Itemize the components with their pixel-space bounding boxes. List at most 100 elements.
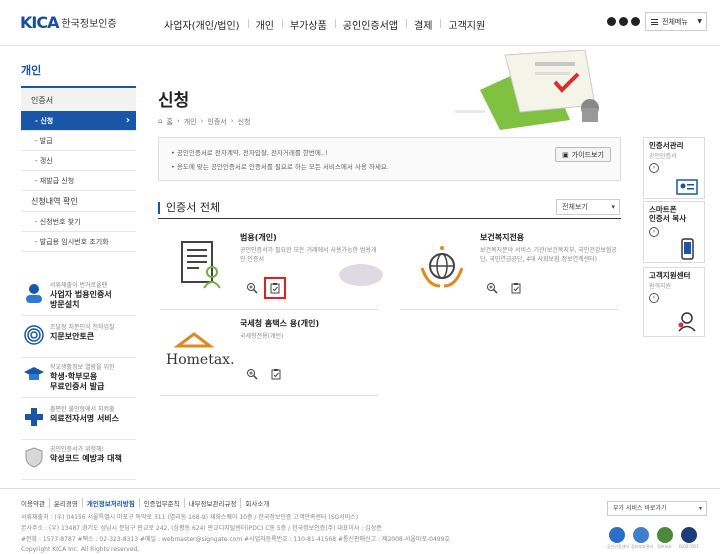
apply-clipboard-icon[interactable] [268,366,284,382]
section-divider [158,218,621,219]
filter-select[interactable]: 전체보기 [556,199,620,215]
zoom-icon[interactable] [244,280,260,296]
breadcrumb-home[interactable]: 홈 [166,117,172,127]
side-nav-reset-temp[interactable]: - 발급용 임시번호 조기화 [21,232,136,252]
family-site-select[interactable]: 부가 서비스 바로가기 [607,501,707,516]
zoom-icon[interactable] [244,366,260,382]
kakao-icon[interactable] [631,17,640,26]
apply-clipboard-icon[interactable] [508,280,524,296]
badge-label: 공인인증센터 [607,544,630,549]
footer-link-cps[interactable]: 인증업무준칙 [138,498,184,508]
medical-cross-icon [25,408,43,426]
breadcrumb-cert[interactable]: 인증서 [207,117,226,127]
footer-contact: #전화 : 1577-8787 #팩스 : 02-323-8313 #메일 : … [21,536,450,543]
badge-2: 정보보호관리 [631,527,654,550]
nav-addon[interactable]: 부가상품 [281,17,335,32]
side-nav-reissue[interactable]: - 재발급 신청 [21,171,136,191]
nav-personal[interactable]: 개인 [247,17,282,32]
zoom-icon[interactable] [484,280,500,296]
site-logo[interactable]: KICA 한국정보인증 [20,13,117,32]
side-nav-issue[interactable]: - 발급 [21,131,136,151]
all-menu-label: 전체메뉴 [662,17,688,26]
side-nav: 인증서 - 신청 - 발급 - 갱신 - 재발급 신청 신청내역 확인 - 신청… [21,86,136,252]
person-icon [26,284,42,303]
hamburger-icon [651,18,658,25]
breadcrumb-sep: › [200,117,204,125]
side-nav-find-number[interactable]: - 신청번호 찾기 [21,212,136,232]
quick-support-center[interactable]: 고객지원센터 원격지원 › [643,267,705,337]
breadcrumb-sep: › [230,117,234,125]
promo-caption: 공인인증서가 위험해! [50,446,104,453]
home-icon[interactable]: ⌂ [158,117,162,127]
promo-title-2: 무료인증서 발급 [50,382,105,391]
promo-student-cert[interactable]: 학교생활정보 열람을 위한 학생·학부모용 무료인증서 발급 [21,358,136,398]
guide-button[interactable]: ▣ 가이드보기 [555,147,611,162]
breadcrumb-sep: › [176,117,180,125]
footer-copyright: Copyright KICA Inc. All Rights reserved. [21,546,140,553]
nav-business[interactable]: 사업자(개인/법인) [156,17,248,32]
badge-label: 정보보호 [657,544,672,549]
breadcrumb-personal[interactable]: 개인 [184,117,197,127]
section-title: 인증서 전체 [158,202,220,214]
globe-hands-icon [420,246,464,288]
footer-link-internal[interactable]: 내부정보관리규정 [183,498,241,508]
quick-title: 인증서관리 [649,141,684,150]
cert-card-general: 범용(개인) 공인인증서가 필요한 모든 거래에서 사용가능한 범용개인 인증서 [160,232,383,310]
side-nav-renew[interactable]: - 갱신 [21,151,136,171]
notice-line-1: 공인인증서로 전자계약, 전자입찰, 전자거래를 한번에..! [171,147,328,157]
nav-support[interactable]: 고객지원 [440,17,493,32]
logo-text: 한국정보인증 [61,19,117,30]
hero-illustration [455,50,599,130]
lnb-title: 개인 [21,64,42,77]
hometax-logo-text: Hometax. [166,352,234,368]
badge-1: 공인인증센터 [607,527,630,550]
promo-fingerprint-token[interactable]: 조달청 지문인식 전자입찰 지문보안토큰 [21,318,136,358]
blog-icon[interactable] [607,17,616,26]
footer-address-1: 서류제출처 : (우) 04156 서울특별시 마포구 독막로 311 (염리동… [21,514,359,521]
footer-link-privacy[interactable]: 개인정보처리방침 [81,498,139,508]
side-nav-history[interactable]: 신청내역 확인 [21,191,136,212]
badge-3: 정보보호 [655,527,674,550]
page-title: 신청 [158,91,190,111]
cert-badges: 공인인증센터 정보보호관리 정보보호 ISO27001 [607,527,699,550]
quick-cert-manage[interactable]: 인증서관리 공인인증서 › [643,137,705,199]
side-nav-category[interactable]: 인증서 [21,86,136,111]
badge-label: 정보보호관리 [631,544,654,549]
footer-link-terms[interactable]: 이용약관 [21,498,49,508]
promo-malware[interactable]: 공인인증서가 위험해! 악성코드 예방과 대책 [21,440,136,480]
smartphone-icon [681,238,694,260]
all-menu-button[interactable]: 전체메뉴 ▼ [645,12,707,31]
apply-clipboard-icon[interactable] [264,277,286,299]
document-person-icon [181,241,221,289]
quick-title: 고객지원센터 [649,271,691,280]
promo-caption: 조달청 지문인식 전자입찰 [50,324,115,331]
badge-4: ISO27001 [679,527,699,550]
footer-link-ethics[interactable]: 윤리경영 [48,498,82,508]
quick-title: 스마트폰 인증서 복사 [649,205,687,223]
footer-address-2: 본사주소 : (우) 13487 경기도 성남시 분당구 판교로 242, (삼… [21,525,382,532]
promo-caption: 학교생활정보 열람을 위한 [50,364,115,371]
footer-link-about[interactable]: 회사소개 [240,498,273,508]
promo-caption: 서류제출이 번거로울땐 [50,282,108,289]
chevron-right-icon: › [649,227,659,237]
quick-sub: 공인인증서 [649,153,677,160]
cert-card-desc: 보건복지분야 서비스 기관(보건복지부, 국민건강보험공단, 국민연금공단, 4… [480,247,617,263]
cert-card-title: 보건복지전용 [480,233,525,242]
side-nav-apply[interactable]: - 신청 [21,111,136,131]
chevron-right-icon: › [649,163,659,173]
id-card-icon [676,179,698,195]
chevron-down-icon: ▼ [697,18,702,25]
nav-payment[interactable]: 결제 [406,17,440,32]
graduation-cap-icon [24,367,44,380]
nav-cert-app[interactable]: 공인인증서앱 [334,17,406,32]
promo-visit-install[interactable]: 서류제출이 번거로울땐 사업자 법용인증서 방문설치 [21,276,136,316]
facebook-icon[interactable] [619,17,628,26]
guide-button-label: 가이드보기 [571,150,604,159]
logo-mark: KICA [20,13,59,32]
promo-medical-sign[interactable]: 볼편한 불안함에서 지켜줄 의료전자서명 서비스 [21,400,136,440]
notice-line-2: 용도에 맞는 공인인증서로 인증서를 필요로 하는 모든 서비스에서 사용 하세… [171,161,389,171]
chevron-right-icon: › [649,293,659,303]
headset-agent-icon [678,312,696,332]
quick-smartphone-copy[interactable]: 스마트폰 인증서 복사 › [643,201,705,263]
badge-label: ISO27001 [679,544,699,549]
